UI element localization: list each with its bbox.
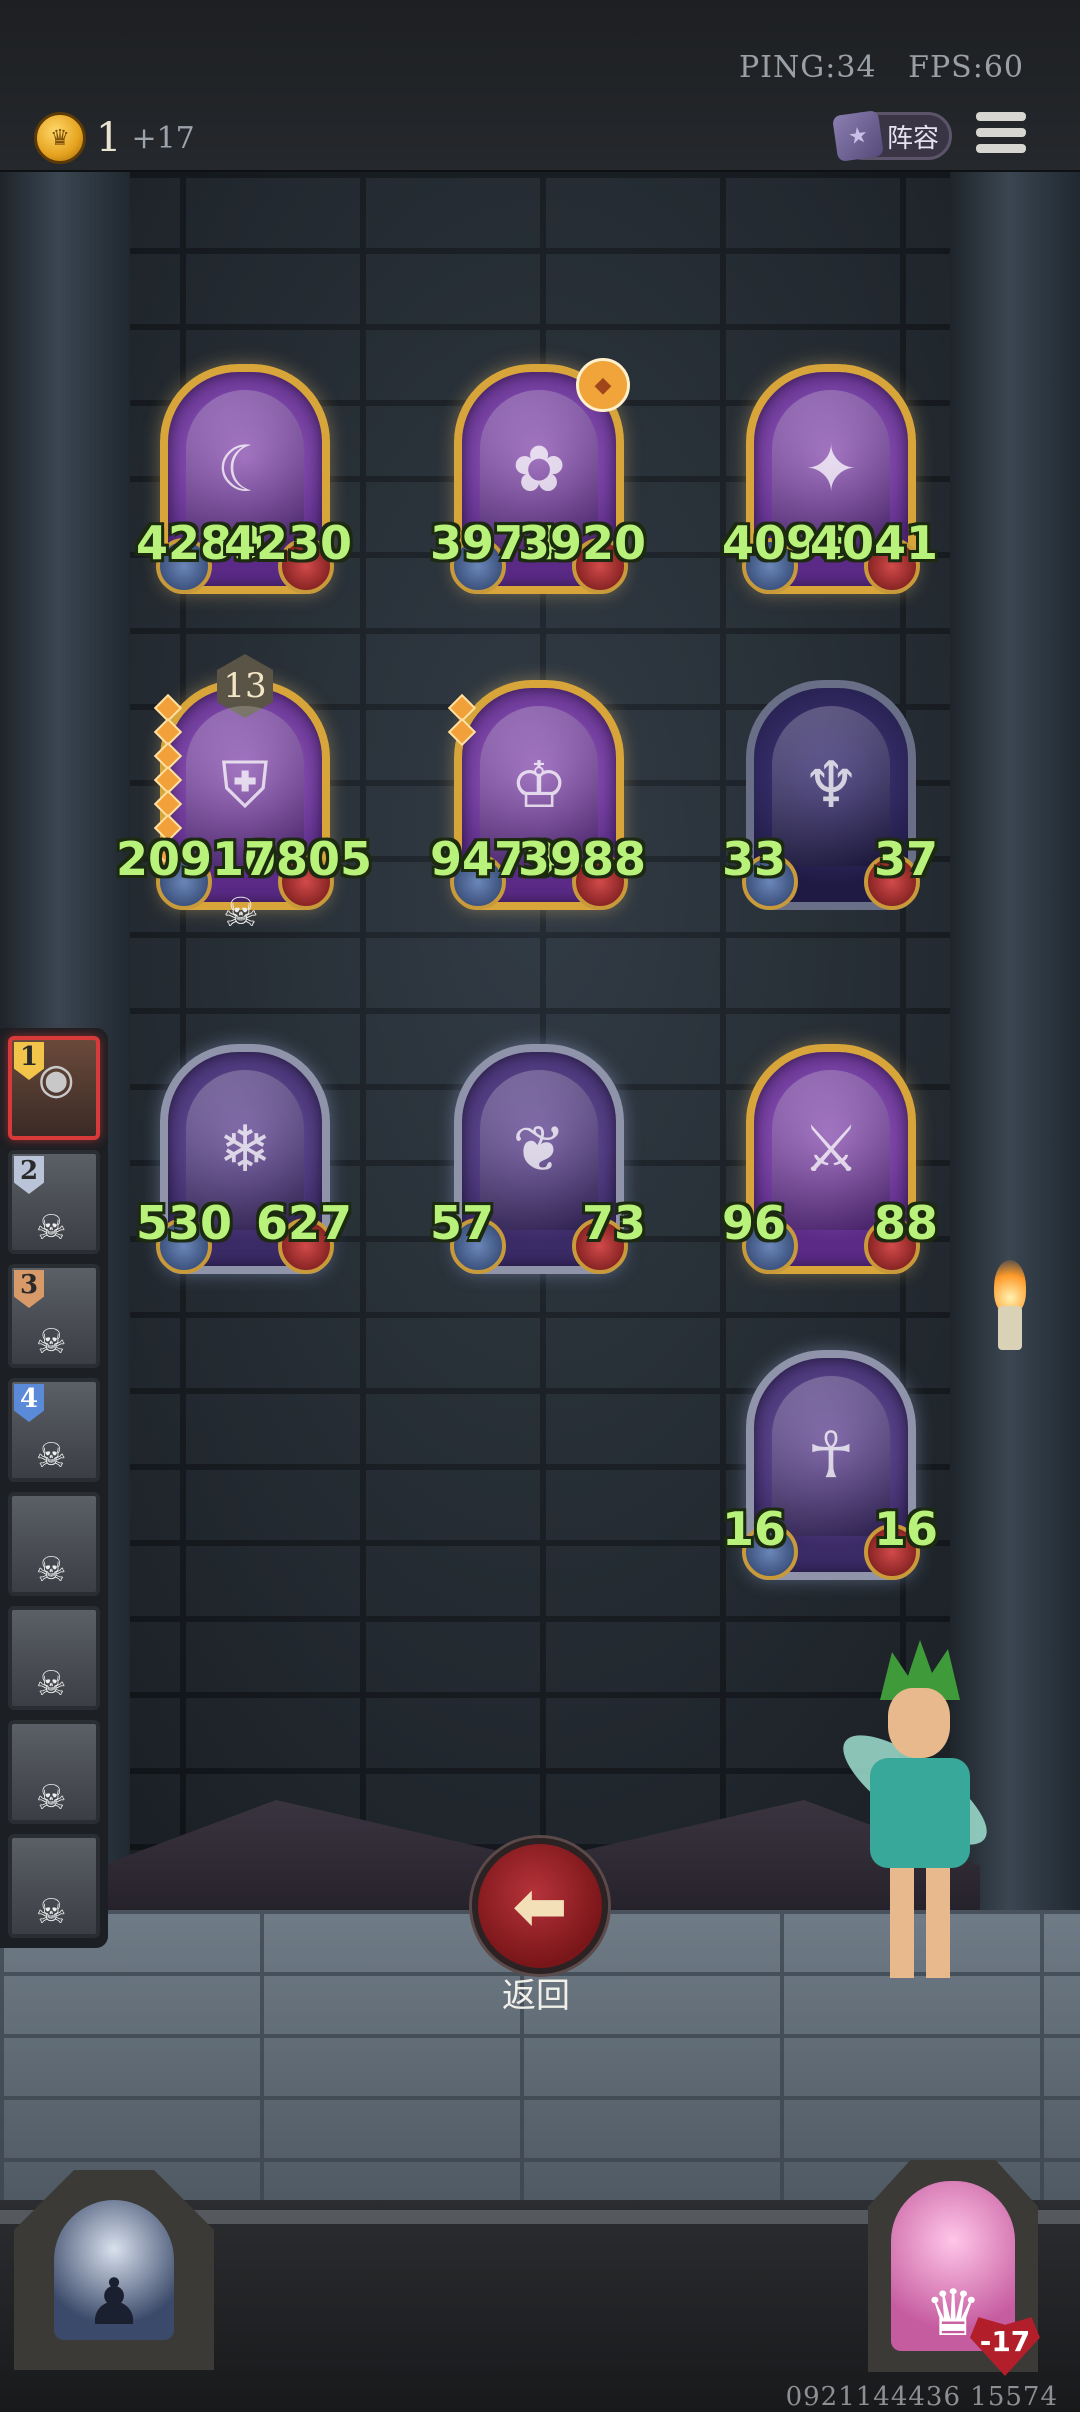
health-value: 16	[873, 1502, 938, 1556]
health-value: 17805	[211, 832, 372, 886]
opponent-slot[interactable]: ☠	[8, 1834, 100, 1938]
minion-card[interactable]: ⚔ 96 88	[722, 1044, 938, 1274]
attack-value: 16	[722, 1502, 787, 1556]
gold-value: 1	[96, 115, 122, 161]
minion-card[interactable]: ❄ 530 627	[136, 1044, 352, 1274]
lineup-label: 阵容	[887, 123, 940, 154]
minion-card[interactable]: ♆ 33 37	[722, 680, 938, 910]
gold-income: +17	[131, 120, 195, 156]
rank-badge: 4	[14, 1384, 44, 1422]
opponent-slot[interactable]: ☠	[8, 1720, 100, 1824]
wolf-portrait: ◉	[38, 1054, 75, 1103]
skull-icon: ☠	[36, 1550, 67, 1590]
skull-icon: ☠	[36, 1322, 67, 1362]
ping-readout: PING:34	[739, 50, 877, 85]
opponent-slot[interactable]: ☠	[8, 1606, 100, 1710]
gold-counter: ♛ 1 +17	[34, 112, 195, 164]
opponent-list: 1 ◉ 2 ☠ 3 ☠ 4 ☠ ☠ ☠ ☠ ☠	[0, 1028, 108, 1948]
top-bar: PING:34 FPS:60 ♛ 1 +17 ★ 阵容	[0, 0, 1080, 174]
moon-silhouette-icon: ♟	[54, 2200, 174, 2340]
menu-icon[interactable]	[976, 112, 1026, 158]
skull-icon: ☠	[36, 1778, 67, 1818]
surfer-hero[interactable]	[828, 1640, 1010, 1985]
player-portrait[interactable]: ♟	[14, 2170, 214, 2370]
minion-card[interactable]: ♔ 9479 3988	[430, 680, 646, 910]
minion-card[interactable]: 13 ⛨ 20910 17805 ☠	[116, 654, 372, 936]
back-label: 返回	[502, 1976, 570, 2016]
health-value: 88	[873, 1196, 938, 1250]
upgrade-pips	[447, 693, 477, 747]
goat-warlock-portrait: ☥	[772, 1376, 890, 1536]
health-value: 73	[581, 1196, 646, 1250]
minion-card[interactable]: ❦ 57 73	[430, 1044, 646, 1274]
opponent-slot[interactable]: 1 ◉	[8, 1036, 100, 1140]
network-stats: PING:34 FPS:60	[739, 50, 1024, 85]
attack-value: 57	[430, 1196, 495, 1250]
minion-card[interactable]: ✿ ◆ 3974 3920	[430, 358, 646, 594]
minion-card[interactable]: ☾ 4289 4230	[136, 364, 352, 594]
opponent-slot[interactable]: 4 ☠	[8, 1378, 100, 1482]
opponent-slot[interactable]: 3 ☠	[8, 1264, 100, 1368]
health-value: 3920	[517, 516, 646, 570]
health-value: 37	[873, 832, 938, 886]
fps-readout: FPS:60	[908, 50, 1024, 85]
attack-value: 96	[722, 1196, 787, 1250]
health-value: 4041	[809, 516, 938, 570]
rank-badge: 3	[14, 1270, 44, 1308]
skull-icon: ☠	[223, 890, 259, 936]
book-icon: ★	[832, 110, 884, 162]
rank-badge: 2	[14, 1156, 44, 1194]
torch-icon	[990, 1260, 1030, 1350]
attack-value: 530	[136, 1196, 233, 1250]
health-value: 4230	[223, 516, 352, 570]
minion-card[interactable]: ✦ 4096 4041	[722, 364, 938, 594]
skull-icon: ☠	[36, 1436, 67, 1476]
skull-icon: ☠	[36, 1208, 67, 1248]
fish-icon: ◆	[576, 358, 630, 412]
back-button[interactable]: ⬅	[472, 1838, 608, 1974]
coin-icon: ♛	[34, 112, 86, 164]
health-value: 3988	[517, 832, 646, 886]
opponent-slot[interactable]: 2 ☠	[8, 1150, 100, 1254]
game-id: 0921144436 15574	[785, 2382, 1058, 2412]
minion-card[interactable]: ☥ 16 16	[722, 1350, 938, 1580]
opponent-slot[interactable]: ☠	[8, 1492, 100, 1596]
arrow-left-icon: ⬅	[512, 1867, 568, 1945]
shadow-demon-portrait: ♆	[772, 706, 890, 866]
rogue-portrait: ⚔	[772, 1070, 890, 1230]
attack-value: 33	[722, 832, 787, 886]
lineup-button[interactable]: ★ 阵容	[832, 110, 952, 162]
skull-icon: ☠	[36, 1664, 67, 1704]
skull-icon: ☠	[36, 1892, 67, 1932]
health-value: 627	[255, 1196, 352, 1250]
elf-dryad-portrait: ❦	[480, 1070, 598, 1230]
